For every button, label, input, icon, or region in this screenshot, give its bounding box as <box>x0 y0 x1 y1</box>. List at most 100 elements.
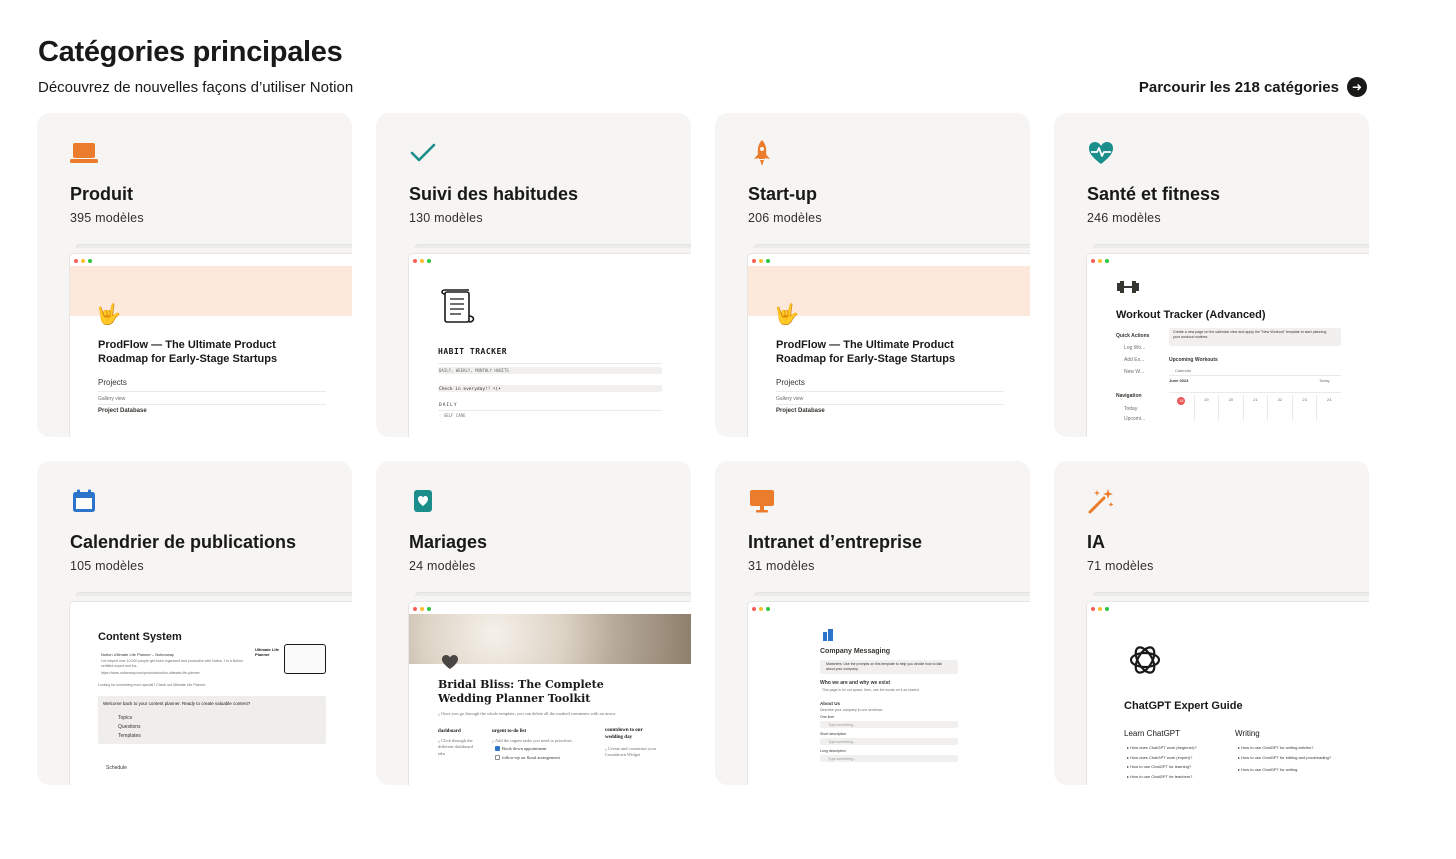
category-card-ia[interactable]: IA 71 modèles ChatGPT Expert Guide Learn… <box>1054 461 1369 785</box>
month-label: June 2023 <box>1169 378 1189 383</box>
browse-categories-link[interactable]: Parcourir les 218 catégories ➜ <box>1139 77 1367 97</box>
db-title: Project Database <box>776 408 825 414</box>
about-text: Describe your company in one sentence <box>820 708 883 712</box>
writing-item: ▸ How to use ChatGPT for editing and pro… <box>1238 754 1332 760</box>
checkin-line: Check in everyday!! ﾍ(• <box>439 387 501 392</box>
quick-actions-label: Quick Actions <box>1116 333 1150 339</box>
magic-wand-icon <box>1087 487 1115 515</box>
row-placeholder: Type something... <box>828 722 856 727</box>
habits-line: DAILY, WEEKLY, MONTHLY HABITS <box>439 368 509 373</box>
column-text: ¿ Add the urgent tasks you need to prior… <box>492 738 573 743</box>
callout-text: Welcome back to your content planner. Re… <box>103 701 251 706</box>
quick-item: New W... <box>1124 369 1145 375</box>
writing-item: ▸ How to use ChatGPT for writing article… <box>1238 745 1314 750</box>
row-placeholder: Type something... <box>828 756 856 761</box>
category-card-mariages[interactable]: Mariages 24 modèles Bridal Bliss: The Co… <box>376 461 691 785</box>
db-title: Project Database <box>98 408 147 414</box>
category-title: IA <box>1087 532 1105 552</box>
category-card-intranet-d-entreprise[interactable]: Intranet d’entreprise 31 modèles Company… <box>715 461 1030 785</box>
heart-card-icon <box>409 487 437 515</box>
category-count: 130 modèles <box>409 211 483 225</box>
monitor-icon <box>748 487 776 515</box>
template-title: ChatGPT Expert Guide <box>1124 700 1243 712</box>
rocket-icon <box>748 139 776 167</box>
category-card-calendrier-de-publications[interactable]: Calendrier de publications 105 modèles C… <box>37 461 352 785</box>
building-icon <box>822 628 834 646</box>
today-button: Today <box>1319 378 1330 383</box>
category-grid: Produit 395 modèles 🤟 ProdFlow — The Ult… <box>37 113 1369 785</box>
category-title: Intranet d’entreprise <box>748 532 923 552</box>
category-card-suivi-des-habitudes[interactable]: Suivi des habitudes 130 modèles HABIT TR… <box>376 113 691 437</box>
category-count: 31 modèles <box>748 559 815 573</box>
window-controls <box>74 259 92 263</box>
column-text: ¿ Create and customize your Countdown Wi… <box>605 746 657 758</box>
window-controls <box>413 607 431 611</box>
template-preview: ChatGPT Expert Guide Learn ChatGPT Writi… <box>1086 601 1369 785</box>
template-title: Bridal Bliss: The Complete Wedding Plann… <box>438 678 604 706</box>
template-title: Company Messaging <box>820 648 891 655</box>
template-preview: 🤟 ProdFlow — The Ultimate Product Roadma… <box>69 253 352 437</box>
category-card-sante-et-fitness[interactable]: Santé et fitness 246 modèles Workout Tra… <box>1054 113 1369 437</box>
todo-item: follow-up on floral arrangement <box>502 755 560 760</box>
writing-heading: Writing <box>1235 729 1260 738</box>
scroll-icon <box>439 288 477 331</box>
upcoming-label: Upcoming Workouts <box>1169 357 1218 363</box>
preview-stack <box>754 244 1030 248</box>
daily-label: DAILY <box>439 403 458 408</box>
self-care-tag: ♡ SELF CARE <box>439 413 466 418</box>
template-preview: HABIT TRACKER DAILY, WEEKLY, MONTHLY HAB… <box>408 253 691 437</box>
preview-stack <box>1093 244 1369 248</box>
view-tab: Gallery view <box>776 396 804 402</box>
callout-note: Marketers: Use the prompts on this templ… <box>826 662 942 671</box>
intro-note: ¿ Once you go through the whole template… <box>438 711 616 716</box>
template-preview: Content System Notion Ultimate Life Plan… <box>69 601 352 785</box>
section-label: Projects <box>98 378 127 387</box>
window-controls <box>413 259 431 263</box>
link-item: Templates <box>118 733 141 739</box>
heart-pulse-icon <box>1087 139 1115 167</box>
embed-title: Notion Ultimate Life Planner – Notionway <box>101 652 174 657</box>
category-title: Start-up <box>748 184 817 204</box>
learn-item: ▸ How to use ChatGPT for learning? <box>1127 764 1192 769</box>
browse-categories-label: Parcourir les 218 catégories <box>1138 78 1339 96</box>
writing-item: ▸ How to use ChatGPT for writing <box>1238 767 1298 772</box>
window-controls <box>1091 607 1109 611</box>
category-card-produit[interactable]: Produit 395 modèles 🤟 ProdFlow — The Ult… <box>37 113 352 437</box>
preview-stack <box>76 592 352 596</box>
template-preview: Workout Tracker (Advanced) Quick Actions… <box>1086 253 1369 437</box>
checkmark-icon <box>409 139 437 167</box>
embed-url: https://www.notionway.com/products/notio… <box>101 671 200 675</box>
schedule-label: Schedule <box>106 765 127 771</box>
row-placeholder: Type something... <box>828 739 856 744</box>
category-count: 395 modèles <box>70 211 144 225</box>
todo-item: Book down appointment <box>502 746 547 751</box>
category-count: 24 modèles <box>409 559 476 573</box>
navigation-label: Navigation <box>1116 393 1142 399</box>
preview-stack <box>1093 592 1369 596</box>
calendar-day: 18 <box>1177 397 1186 405</box>
view-tab: Gallery view <box>98 396 126 402</box>
emoji-icon: 🤟 <box>774 304 799 326</box>
column-heading: countdown to our wedding day <box>605 728 643 740</box>
category-count: 71 modèles <box>1087 559 1154 573</box>
calendar-day: 24 <box>1316 395 1341 421</box>
template-preview: Bridal Bliss: The Complete Wedding Plann… <box>408 601 691 785</box>
row-label: Short description <box>820 732 847 736</box>
window-controls <box>752 259 770 263</box>
category-card-start-up[interactable]: Start-up 206 modèles 🤟 ProdFlow — The Ul… <box>715 113 1030 437</box>
preview-stack <box>415 244 691 248</box>
learn-item: ▸ How does ChatGPT work (beginner)? <box>1127 745 1197 750</box>
preview-stack <box>76 244 352 248</box>
calendar-day: 20 <box>1218 395 1243 421</box>
column-heading: dashboard <box>438 729 461 734</box>
embed-looking: Looking for something more special? Chec… <box>98 683 207 687</box>
template-title: ProdFlow — The Ultimate Product Roadmap … <box>776 339 956 366</box>
arrow-right-icon: ➜ <box>1347 77 1367 97</box>
link-item: Topics <box>118 715 133 721</box>
nav-item: Today <box>1124 406 1138 412</box>
calendar-day: 21 <box>1242 395 1268 421</box>
dumbbell-icon <box>1117 280 1139 299</box>
category-title: Santé et fitness <box>1087 184 1221 204</box>
window-controls <box>752 607 770 611</box>
page-subtitle: Découvrez de nouvelles façons d’utiliser… <box>38 79 354 96</box>
